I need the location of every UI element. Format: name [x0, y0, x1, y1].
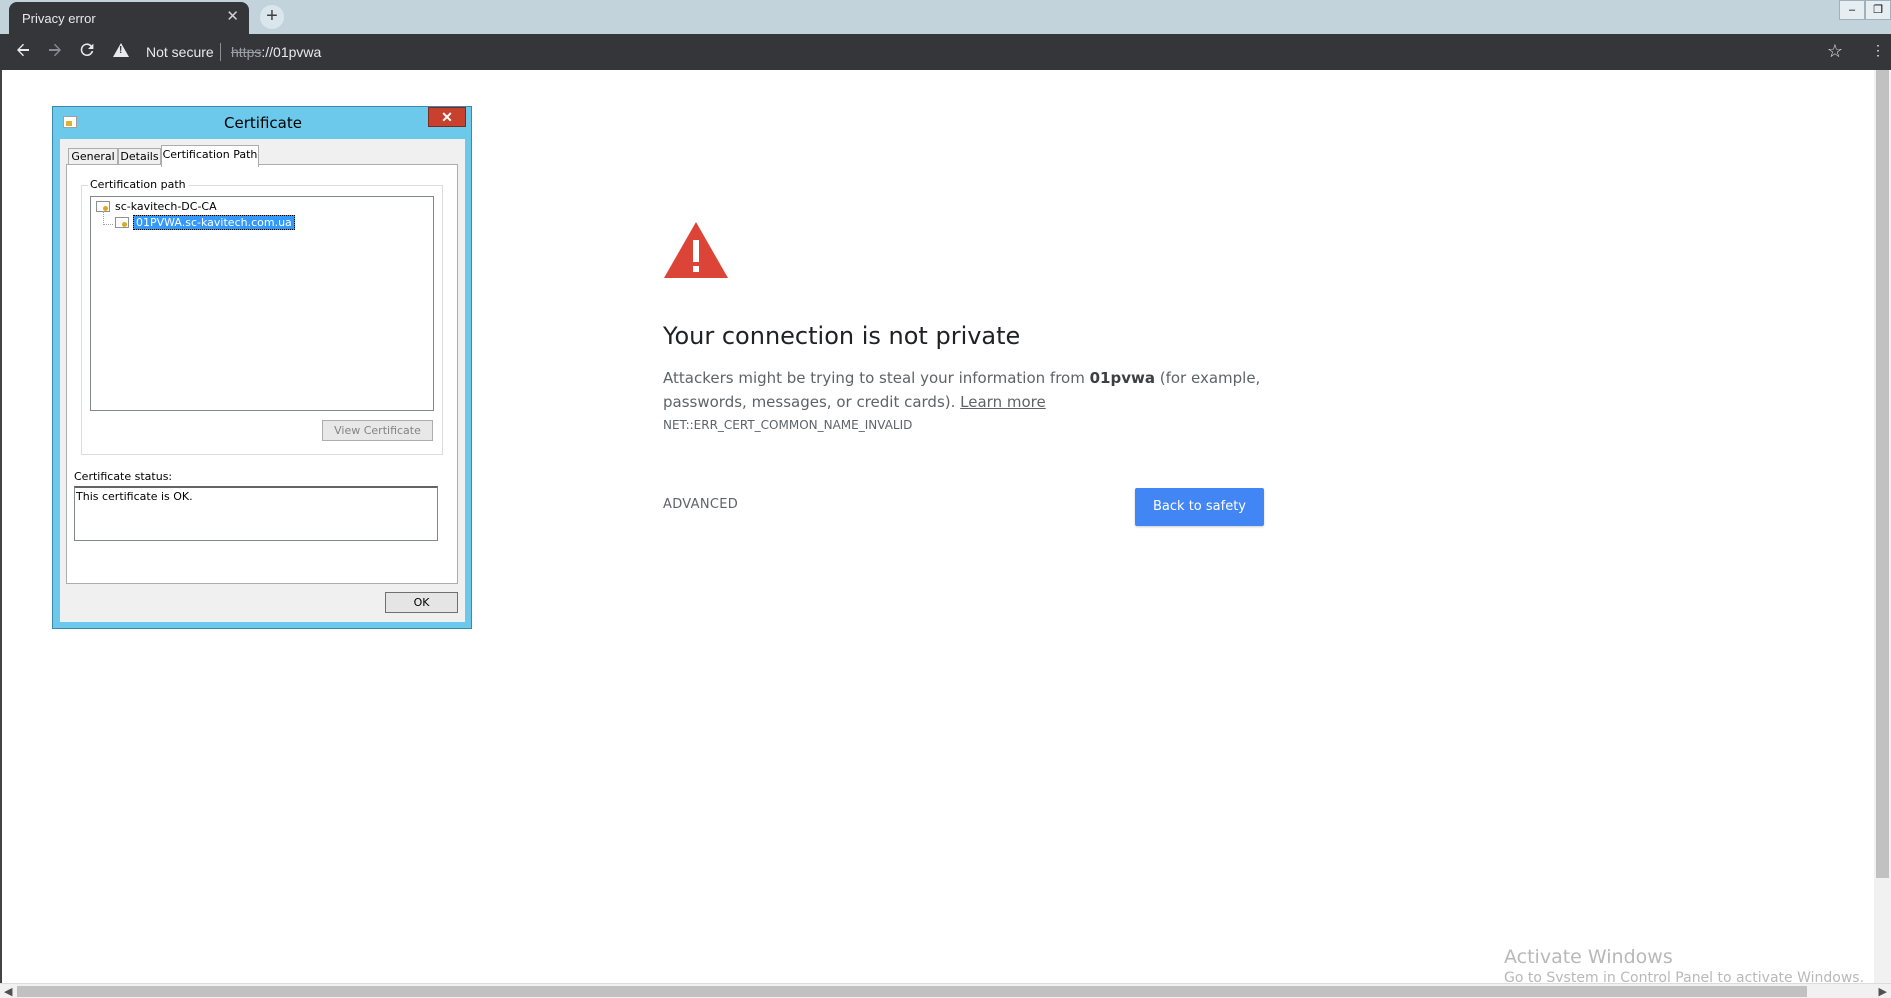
certificate-status-label: Certificate status:	[74, 470, 173, 483]
error-code: NET::ERR_CERT_COMMON_NAME_INVALID	[663, 418, 913, 432]
close-button[interactable]: ✕	[428, 107, 466, 127]
certification-path-label: Certification path	[88, 178, 188, 191]
tree-connector-horizontal	[103, 224, 113, 225]
error-host: 01pvwa	[1089, 369, 1155, 387]
activate-windows-watermark: Activate Windows Go to System in Control…	[1504, 946, 1864, 982]
window-controls: ‒ ❐	[1839, 0, 1891, 20]
advanced-button[interactable]: ADVANCED	[663, 497, 738, 512]
url-text[interactable]: https://01pvwa	[231, 44, 321, 60]
horizontal-scroll-thumb[interactable]	[17, 986, 1807, 997]
omnibox-divider	[220, 43, 221, 61]
new-tab-button[interactable]: +	[260, 5, 284, 29]
certificate-status-box[interactable]: This certificate is OK.	[74, 486, 438, 541]
browser-toolbar: Not secure https://01pvwa ☆ ⋮	[0, 34, 1891, 70]
vertical-scrollbar[interactable]	[1874, 70, 1891, 983]
watermark-title: Activate Windows	[1504, 946, 1673, 968]
dialog-body: General Details Certification Path Certi…	[60, 139, 465, 622]
leaf-certificate-icon	[115, 217, 129, 228]
scroll-right-icon[interactable]: ▶	[1879, 985, 1887, 998]
url-scheme: https	[231, 44, 262, 60]
warning-icon	[664, 222, 728, 278]
error-title: Your connection is not private	[663, 322, 1021, 350]
learn-more-link[interactable]: Learn more	[960, 393, 1046, 411]
view-certificate-button[interactable]: View Certificate	[322, 420, 433, 441]
url-host: ://01pvwa	[261, 44, 322, 60]
tab-strip: Privacy error ✕ + ‒ ❐	[0, 0, 1891, 34]
back-to-safety-button[interactable]: Back to safety	[1135, 488, 1264, 526]
certificate-dialog: Certificate ✕ General Details Certificat…	[52, 106, 472, 629]
horizontal-scrollbar[interactable]: ◀ ▶	[0, 983, 1891, 998]
vertical-scroll-thumb[interactable]	[1876, 70, 1889, 878]
watermark-subtitle: Go to System in Control Panel to activat…	[1504, 970, 1865, 982]
tab-close-icon[interactable]: ✕	[226, 9, 239, 25]
back-icon[interactable]	[12, 41, 34, 63]
forward-icon[interactable]	[44, 41, 66, 63]
security-chip[interactable]: Not secure	[146, 44, 214, 60]
tree-node-root[interactable]: sc-kavitech-DC-CA	[115, 200, 217, 213]
tab-certification-path[interactable]: Certification Path	[161, 145, 259, 167]
extensions-icon[interactable]: ⋮	[1871, 42, 1885, 59]
tree-node-leaf[interactable]: 01PVWA.sc-kavitech.com.ua	[133, 215, 295, 230]
scroll-left-icon[interactable]: ◀	[4, 985, 12, 998]
tab-privacy-error[interactable]: Privacy error ✕	[9, 2, 249, 34]
error-description: Attackers might be trying to steal your …	[663, 366, 1273, 414]
restore-button[interactable]: ❐	[1865, 0, 1891, 20]
error-description-start: Attackers might be trying to steal your …	[663, 369, 1090, 387]
dialog-title: Certificate	[224, 114, 302, 132]
certification-path-panel: Certification path sc-kavitech-DC-CA 01P…	[66, 164, 458, 584]
star-icon[interactable]: ☆	[1827, 41, 1843, 62]
warning-icon[interactable]	[113, 43, 129, 57]
certification-path-tree[interactable]: sc-kavitech-DC-CA 01PVWA.sc-kavitech.com…	[90, 196, 434, 411]
reload-icon[interactable]	[76, 41, 98, 63]
ok-button[interactable]: OK	[385, 592, 458, 613]
minimize-button[interactable]: ‒	[1839, 0, 1865, 20]
tab-title: Privacy error	[22, 11, 96, 26]
tree-connector-vertical	[103, 211, 104, 225]
certification-path-group: Certification path sc-kavitech-DC-CA 01P…	[81, 178, 443, 455]
